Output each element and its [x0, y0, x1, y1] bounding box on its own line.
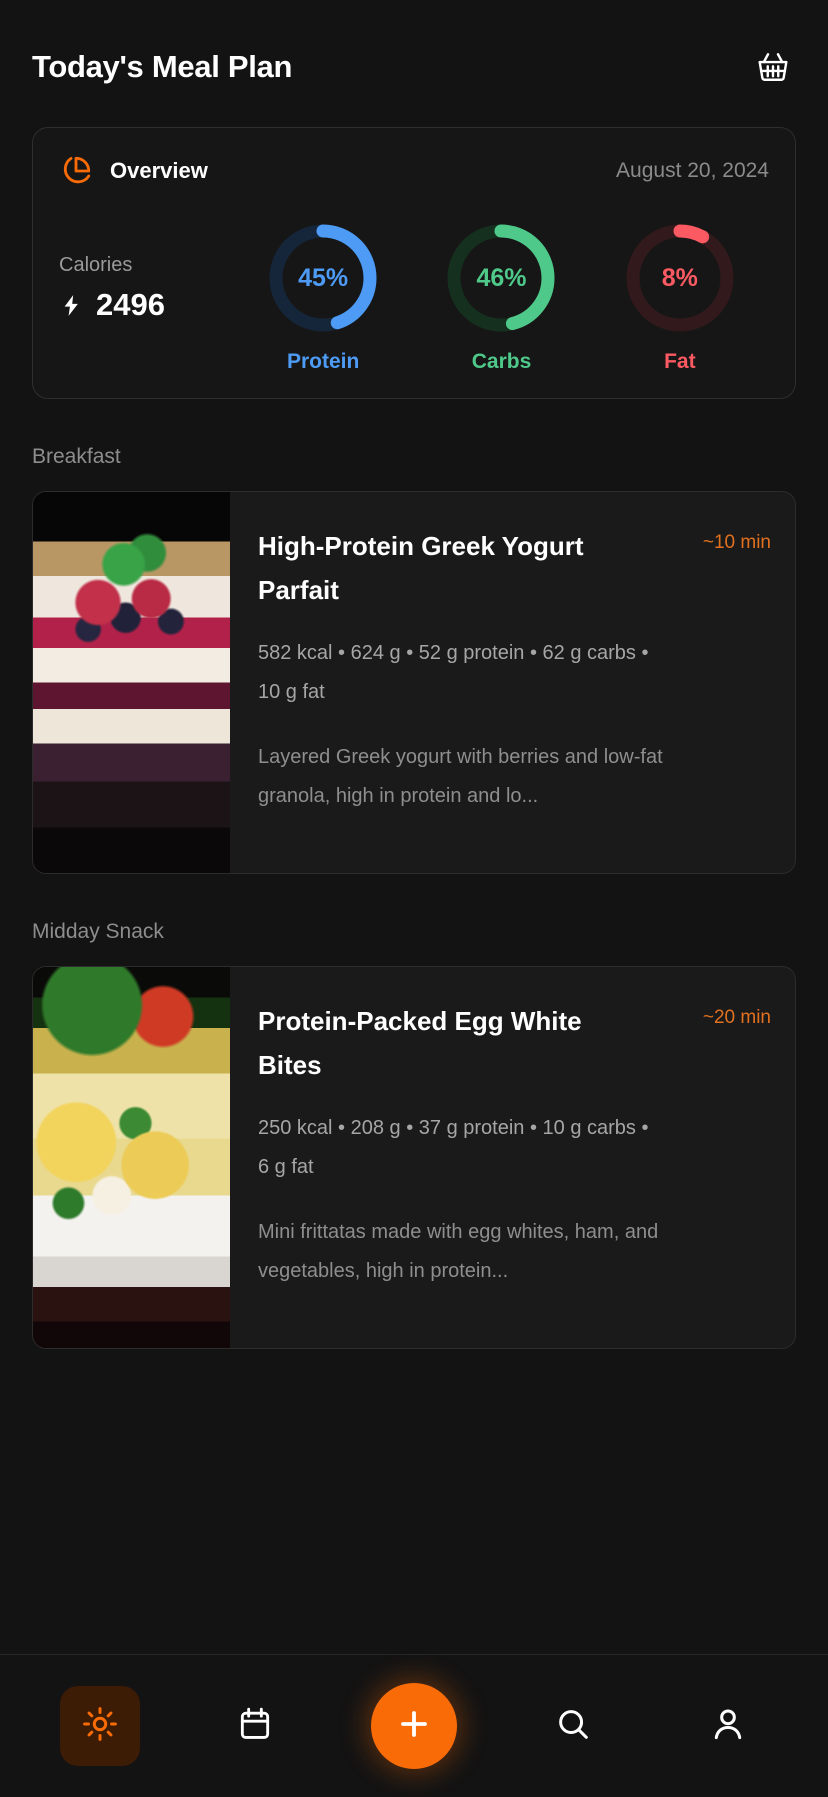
ring-percent-label: 8%: [661, 263, 698, 292]
person-icon: [709, 1705, 747, 1748]
meal-header: Protein-Packed Egg White Bites ~20 min: [258, 999, 771, 1087]
ring-name-label: Carbs: [471, 350, 532, 373]
meal-image: [33, 967, 230, 1348]
lightning-bolt-icon: [64, 294, 78, 316]
meal-title: Protein-Packed Egg White Bites: [258, 1006, 582, 1081]
overview-date: August 20, 2024: [616, 159, 769, 182]
ring-percent-label: 45%: [298, 263, 349, 292]
plus-icon: [394, 1704, 434, 1749]
app-header: Today's Meal Plan: [0, 0, 828, 90]
overview-header: Overview August 20, 2024: [59, 154, 769, 188]
nav-item-profile[interactable]: [688, 1686, 768, 1766]
calendar-icon: [236, 1705, 274, 1748]
macro-ring-protein[interactable]: 45% Protein: [267, 222, 379, 374]
calories-block: Calories 2496: [59, 222, 234, 323]
meal-card[interactable]: Protein-Packed Egg White Bites ~20 min 2…: [32, 966, 796, 1349]
meal-title: High-Protein Greek Yogurt Parfait: [258, 531, 584, 606]
meal-image: [33, 492, 230, 873]
meal-prep-time: ~20 min: [702, 1007, 771, 1028]
calories-value-row: 2496: [59, 287, 234, 323]
meal-sections: Breakfast High-Protein Greek Yogurt Parf…: [0, 445, 828, 1349]
meal-section: Midday Snack Protein-Packed Egg White Bi…: [0, 920, 828, 1349]
ring-name-label: Fat: [664, 350, 696, 373]
calories-value: 2496: [96, 287, 165, 322]
bottom-navigation-bar: [0, 1654, 828, 1797]
overview-body: Calories 2496 45% Protein 46% Carbs 8% F…: [59, 222, 769, 374]
nav-item-calendar[interactable]: [215, 1686, 295, 1766]
meal-description: Layered Greek yogurt with berries and lo…: [258, 746, 663, 808]
overview-card[interactable]: Overview August 20, 2024 Calories 2496 4…: [32, 127, 796, 399]
meal-info: High-Protein Greek Yogurt Parfait ~10 mi…: [230, 492, 795, 873]
calories-label: Calories: [59, 254, 133, 276]
overview-title: Overview: [110, 158, 208, 183]
search-icon: [554, 1705, 592, 1748]
app-screen: Today's Meal Plan Overview August 20, 20…: [0, 0, 828, 1797]
greek-yogurt-parfait-photo: [33, 492, 230, 873]
egg-white-bites-photo: [33, 967, 230, 1348]
macro-rings: 45% Protein 46% Carbs 8% Fat: [234, 222, 769, 374]
pie-chart-icon: [63, 156, 91, 184]
ring-gauge: 8%: [624, 222, 736, 334]
add-meal-fab[interactable]: [370, 1683, 457, 1769]
ring-gauge: 45%: [267, 222, 379, 334]
shopping-basket-icon: [758, 53, 788, 81]
meal-info: Protein-Packed Egg White Bites ~20 min 2…: [230, 967, 795, 1348]
sun-icon: [81, 1705, 119, 1748]
nav-item-today[interactable]: [59, 1686, 140, 1766]
macro-ring-fat[interactable]: 8% Fat: [624, 222, 736, 374]
section-label: Midday Snack: [32, 920, 164, 943]
meal-header: High-Protein Greek Yogurt Parfait ~10 mi…: [258, 524, 771, 612]
macro-ring-carbs[interactable]: 46% Carbs: [445, 222, 557, 374]
meal-prep-time: ~10 min: [702, 532, 771, 553]
ring-gauge: 46%: [445, 222, 557, 334]
ring-percent-label: 46%: [476, 263, 527, 292]
nav-item-search[interactable]: [533, 1686, 613, 1766]
ring-name-label: Protein: [286, 350, 360, 373]
section-label: Breakfast: [32, 445, 121, 468]
meal-description: Mini frittatas made with egg whites, ham…: [258, 1221, 659, 1283]
meal-macros: 582 kcal • 624 g • 52 g protein • 62 g c…: [258, 642, 649, 704]
meal-card[interactable]: High-Protein Greek Yogurt Parfait ~10 mi…: [32, 491, 796, 874]
page-title: Today's Meal Plan: [32, 49, 293, 84]
shopping-basket-button[interactable]: [750, 44, 796, 90]
meal-section: Breakfast High-Protein Greek Yogurt Parf…: [0, 445, 828, 874]
overview-title-group: Overview: [59, 154, 208, 188]
meal-macros: 250 kcal • 208 g • 37 g protein • 10 g c…: [258, 1117, 649, 1179]
